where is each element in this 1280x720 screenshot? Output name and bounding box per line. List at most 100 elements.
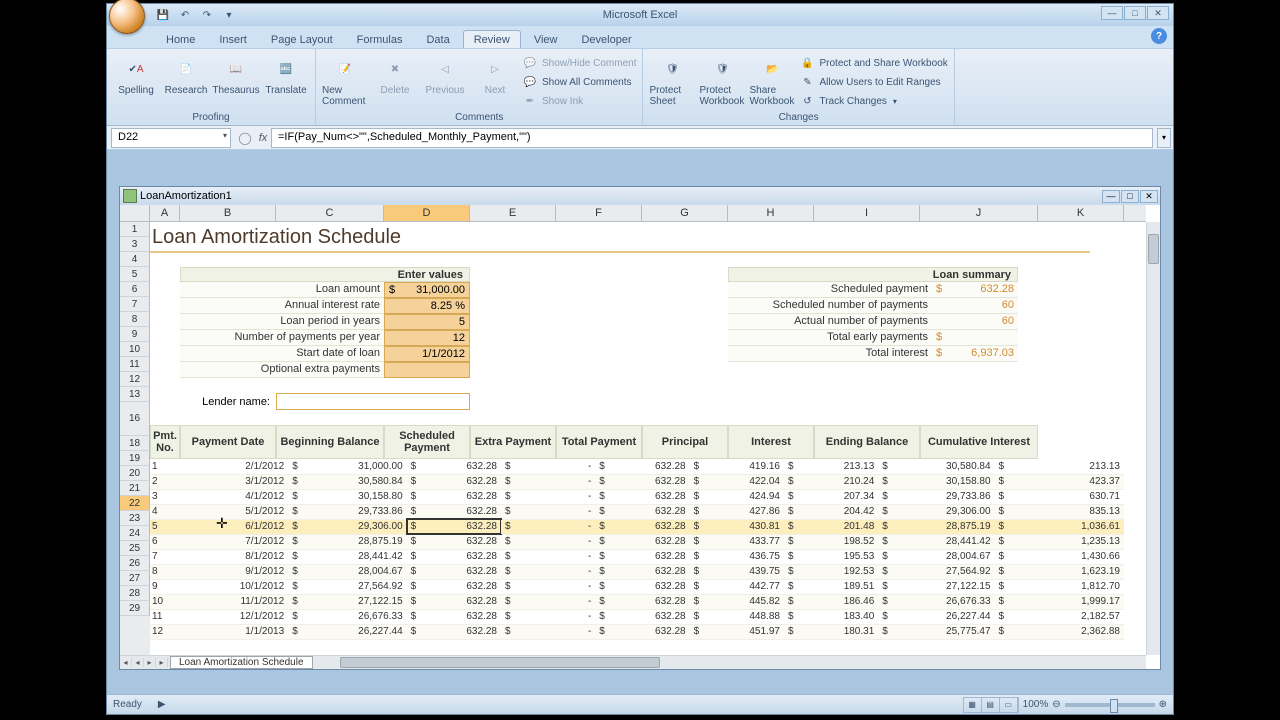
help-icon[interactable]: ? [1151, 28, 1167, 44]
table-row[interactable]: 8 9/1/2012 $28,004.67 $632.28 $- $632.28… [150, 564, 1124, 579]
row-header[interactable]: 21 [120, 481, 150, 496]
row-header[interactable]: 20 [120, 466, 150, 481]
protect-sheet-button[interactable]: 🛡Protect Sheet [649, 51, 695, 107]
name-box[interactable]: D22 [111, 128, 231, 148]
input-cell[interactable]: $31,000.00 [384, 282, 470, 298]
row-header[interactable]: 4 [120, 252, 150, 267]
zoom-level[interactable]: 100% [1023, 699, 1049, 710]
column-header-D[interactable]: D [384, 205, 470, 221]
tab-page-layout[interactable]: Page Layout [260, 30, 344, 48]
track-changes-button[interactable]: ↺Track Changes▾ [799, 93, 947, 109]
qat-custom-icon[interactable]: ▾ [221, 7, 237, 23]
workbook-close-button[interactable]: ✕ [1140, 190, 1158, 203]
row-header[interactable]: 13 [120, 387, 150, 402]
row-header[interactable]: 19 [120, 451, 150, 466]
office-button[interactable] [109, 0, 149, 38]
tab-formulas[interactable]: Formulas [346, 30, 414, 48]
protect-workbook-button[interactable]: 🛡Protect Workbook [699, 51, 745, 107]
column-header-H[interactable]: H [728, 205, 814, 221]
research-button[interactable]: 📄Research [163, 51, 209, 96]
table-row[interactable]: 12 1/1/2013 $26,227.44 $632.28 $- $632.2… [150, 624, 1124, 639]
select-all-corner[interactable] [120, 205, 150, 222]
column-header-C[interactable]: C [276, 205, 384, 221]
workbook-maximize-button[interactable]: □ [1121, 190, 1139, 203]
row-header[interactable]: 28 [120, 586, 150, 601]
row-header[interactable]: 5 [120, 267, 150, 282]
save-icon[interactable]: 💾 [155, 7, 171, 23]
row-header[interactable]: 3 [120, 237, 150, 252]
input-cell[interactable]: 5 [384, 314, 470, 330]
table-row[interactable]: 11 12/1/2012 $26,676.33 $632.28 $- $632.… [150, 609, 1124, 624]
tab-developer[interactable]: Developer [570, 30, 642, 48]
table-row[interactable]: 6 7/1/2012 $28,875.19 $632.28 $- $632.28… [150, 534, 1124, 549]
column-header-E[interactable]: E [470, 205, 556, 221]
horizontal-scroll-thumb[interactable] [340, 657, 660, 668]
workbook-minimize-button[interactable]: — [1102, 190, 1120, 203]
column-header-K[interactable]: K [1038, 205, 1124, 221]
table-row[interactable]: 10 11/1/2012 $27,122.15 $632.28 $- $632.… [150, 594, 1124, 609]
row-header[interactable]: 25 [120, 541, 150, 556]
redo-icon[interactable]: ↷ [199, 7, 215, 23]
table-row[interactable]: 3 4/1/2012 $30,158.80 $632.28 $- $632.28… [150, 489, 1124, 504]
spelling-button[interactable]: ✔ASpelling [113, 51, 159, 96]
row-header[interactable]: 8 [120, 312, 150, 327]
column-header-B[interactable]: B [180, 205, 276, 221]
column-header-F[interactable]: F [556, 205, 642, 221]
tab-data[interactable]: Data [415, 30, 460, 48]
table-row[interactable]: 4 5/1/2012 $29,733.86 $632.28 $- $632.28… [150, 504, 1124, 519]
show-hide-comment-button[interactable]: 💬Show/Hide Comment [522, 55, 636, 71]
tab-insert[interactable]: Insert [208, 30, 258, 48]
maximize-button[interactable]: □ [1124, 6, 1146, 20]
row-header[interactable]: 10 [120, 342, 150, 357]
tab-review[interactable]: Review [463, 30, 521, 48]
macro-icon[interactable]: ▶ [158, 699, 166, 710]
vertical-scrollbar[interactable] [1146, 222, 1160, 655]
sheet-nav[interactable]: ◂◂▸▸ [120, 658, 168, 667]
allow-edit-button[interactable]: ✎Allow Users to Edit Ranges [799, 74, 947, 90]
row-header[interactable]: 18 [120, 436, 150, 451]
row-header[interactable]: 22 [120, 496, 150, 511]
row-header[interactable]: 26 [120, 556, 150, 571]
vertical-scroll-thumb[interactable] [1148, 234, 1159, 264]
fx-icon[interactable]: fx [255, 132, 271, 144]
table-row[interactable]: 9 10/1/2012 $27,564.92 $632.28 $- $632.2… [150, 579, 1124, 594]
formula-expand-icon[interactable]: ▾ [1157, 128, 1171, 148]
lender-input[interactable] [276, 393, 470, 410]
thesaurus-button[interactable]: 📖Thesaurus [213, 51, 259, 96]
undo-icon[interactable]: ↶ [177, 7, 193, 23]
input-cell[interactable]: 12 [384, 330, 470, 346]
tab-home[interactable]: Home [155, 30, 206, 48]
zoom-out-button[interactable]: ⊖ [1052, 699, 1060, 710]
show-all-comments-button[interactable]: 💬Show All Comments [522, 74, 636, 90]
tab-view[interactable]: View [523, 30, 569, 48]
table-row[interactable]: 7 8/1/2012 $28,441.42 $632.28 $- $632.28… [150, 549, 1124, 564]
translate-button[interactable]: 🔤Translate [263, 51, 309, 96]
row-header[interactable]: 7 [120, 297, 150, 312]
row-header[interactable]: 24 [120, 526, 150, 541]
row-header[interactable]: 23 [120, 511, 150, 526]
delete-comment-button[interactable]: ✖Delete [372, 51, 418, 96]
table-row[interactable]: 1 2/1/2012 $31,000.00 $632.28 $- $632.28… [150, 459, 1124, 474]
column-header-G[interactable]: G [642, 205, 728, 221]
cancel-icon[interactable]: ◯ [235, 131, 255, 145]
row-header[interactable]: 16 [120, 402, 150, 436]
row-header[interactable]: 11 [120, 357, 150, 372]
input-cell[interactable]: 1/1/2012 [384, 346, 470, 362]
input-cell[interactable] [384, 362, 470, 378]
grid[interactable]: Loan Amortization Schedule Enter values … [150, 222, 1146, 655]
row-header[interactable]: 6 [120, 282, 150, 297]
row-header[interactable]: 1 [120, 222, 150, 237]
formula-bar[interactable]: =IF(Pay_Num<>"",Scheduled_Monthly_Paymen… [271, 128, 1153, 148]
row-header[interactable]: 9 [120, 327, 150, 342]
column-header-A[interactable]: A [150, 205, 180, 221]
sheet-tab[interactable]: Loan Amortization Schedule [170, 656, 313, 669]
next-comment-button[interactable]: ▷Next [472, 51, 518, 96]
row-header[interactable]: 29 [120, 601, 150, 616]
previous-comment-button[interactable]: ◁Previous [422, 51, 468, 96]
row-header[interactable]: 27 [120, 571, 150, 586]
zoom-slider[interactable] [1065, 703, 1155, 707]
column-header-J[interactable]: J [920, 205, 1038, 221]
zoom-in-button[interactable]: ⊕ [1159, 699, 1167, 710]
new-comment-button[interactable]: 📝New Comment [322, 51, 368, 107]
protect-share-button[interactable]: 🔒Protect and Share Workbook [799, 55, 947, 71]
